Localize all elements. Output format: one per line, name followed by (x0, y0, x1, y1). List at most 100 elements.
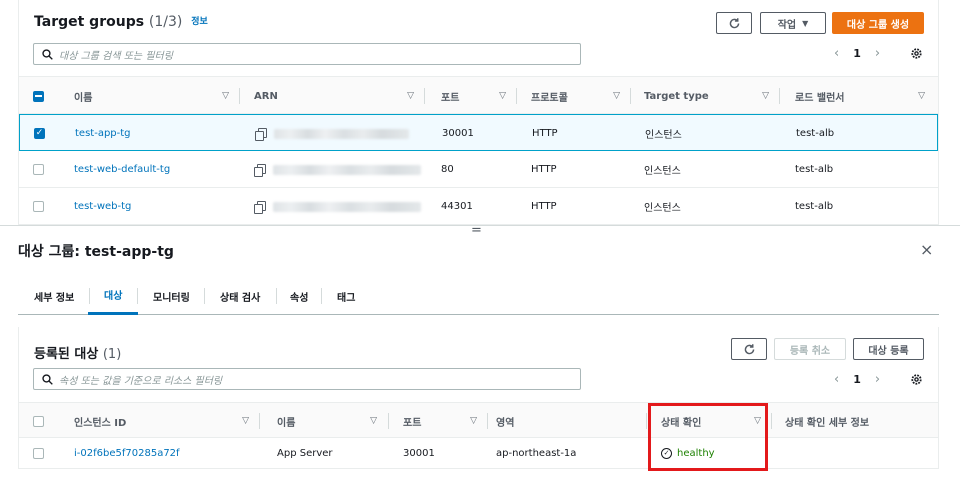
search-icon (42, 48, 53, 60)
column-divider[interactable] (259, 413, 260, 429)
column-divider[interactable] (239, 88, 240, 104)
column-target-type[interactable]: Target type ▽ (644, 77, 779, 115)
instance-id-link[interactable]: i-02f6be5f70285a72f (74, 448, 180, 459)
protocol-cell: HTTP (531, 164, 557, 175)
split-panel-title: 대상 그룹: test-app-tg (18, 244, 174, 260)
target-group-name-link[interactable]: test-web-default-tg (74, 164, 170, 175)
column-port[interactable]: 포트 ▽ (441, 77, 516, 115)
row-checkbox[interactable] (33, 201, 44, 212)
table-row[interactable]: test-web-tg 44301 HTTP 인스턴스 test-alb (19, 188, 938, 225)
port-cell: 80 (441, 164, 454, 175)
prev-page-icon[interactable]: ‹ (834, 372, 839, 387)
protocol-cell: HTTP (531, 201, 557, 212)
row-checkbox[interactable]: ✓ (34, 128, 45, 139)
prev-page-icon[interactable]: ‹ (834, 46, 839, 61)
next-page-icon[interactable]: › (875, 372, 880, 387)
column-port-label: 포트 (403, 417, 422, 429)
load-balancer-cell: test-alb (795, 201, 834, 212)
load-balancer-cell: test-alb (795, 164, 834, 175)
create-target-group-button[interactable]: 대상 그룹 생성 (832, 12, 924, 34)
targets-search[interactable]: 속성 또는 값을 기준으로 리소스 필터링 (33, 368, 581, 390)
column-divider[interactable] (646, 413, 647, 429)
settings-gear-icon[interactable] (910, 373, 923, 386)
select-all-checkbox[interactable] (33, 90, 44, 102)
protocol-cell: HTTP (532, 128, 558, 139)
column-divider[interactable] (424, 88, 425, 104)
table-row[interactable]: test-web-default-tg 80 HTTP 인스턴스 test-al… (19, 151, 938, 188)
arn-cell (255, 115, 409, 152)
column-load-balancer-label: 로드 밸런서 (795, 92, 845, 104)
copy-icon[interactable] (254, 201, 266, 214)
target-groups-header: Target groups (1/3) 정보 작업 ▼ 대상 그룹 생성 대상 … (19, 0, 938, 76)
column-arn[interactable]: ARN ▽ (254, 77, 424, 115)
info-link[interactable]: 정보 (191, 17, 208, 27)
search-placeholder: 대상 그룹 검색 또는 필터링 (59, 50, 173, 62)
target-group-name-link[interactable]: test-app-tg (75, 128, 131, 139)
column-divider[interactable] (388, 413, 389, 429)
tab-targets[interactable]: 대상 (88, 277, 139, 315)
sort-icon: ▽ (470, 416, 477, 426)
tab-monitoring[interactable]: 모니터링 (137, 277, 206, 315)
target-group-search[interactable]: 대상 그룹 검색 또는 필터링 (33, 43, 581, 65)
page-number[interactable]: 1 (853, 47, 861, 60)
tab-tags[interactable]: 태그 (321, 277, 371, 315)
refresh-button[interactable] (716, 12, 752, 34)
row-select-cell (33, 188, 44, 225)
registered-targets-title: 등록된 대상 (1) (34, 343, 121, 362)
target-group-name-link[interactable]: test-web-tg (74, 201, 131, 212)
actions-dropdown[interactable]: 작업 ▼ (760, 12, 826, 34)
deregister-button[interactable]: 등록 취소 (774, 338, 846, 360)
arn-cell (254, 188, 421, 225)
select-all-checkbox[interactable] (33, 415, 44, 427)
actions-label: 작업 (777, 19, 797, 31)
row-checkbox[interactable] (33, 448, 44, 459)
column-divider[interactable] (771, 413, 772, 429)
tab-health-checks[interactable]: 상태 검사 (204, 277, 276, 315)
target-type-cell: 인스턴스 (644, 203, 681, 214)
column-name-label: 이름 (74, 92, 93, 104)
column-name-label: 이름 (277, 417, 296, 429)
tab-attributes[interactable]: 속성 (274, 277, 324, 315)
table-row[interactable]: ✓ test-app-tg 30001 HTTP 인스턴스 test-alb (19, 114, 938, 151)
column-instance-id[interactable]: 인스턴스 ID ▽ (74, 403, 259, 439)
table-row[interactable]: i-02f6be5f70285a72f App Server 30001 ap-… (19, 438, 938, 469)
next-page-icon[interactable]: › (875, 46, 880, 61)
row-checkbox[interactable] (33, 164, 44, 175)
sort-icon: ▽ (222, 91, 229, 101)
register-targets-button[interactable]: 대상 등록 (853, 338, 924, 360)
selection-count: (1/3) (148, 14, 183, 30)
column-load-balancer[interactable]: 로드 밸런서 ▽ (795, 77, 935, 115)
column-divider[interactable] (487, 413, 488, 429)
page-number[interactable]: 1 (853, 373, 861, 386)
zone-cell: ap-northeast-1a (496, 448, 577, 459)
target-groups-table-header: 이름 ▽ ARN ▽ 포트 ▽ 프로토콜 ▽ Target type ▽ 로드 밸런서 ▽ (19, 76, 938, 114)
port-cell: 44301 (441, 201, 473, 212)
column-port[interactable]: 포트 ▽ (403, 403, 487, 439)
column-protocol[interactable]: 프로토콜 ▽ (531, 77, 630, 115)
instance-name-cell: App Server (277, 448, 333, 459)
column-divider[interactable] (516, 88, 517, 104)
row-select-cell: ✓ (34, 115, 45, 152)
select-all-cell (33, 77, 53, 115)
target-type-cell: 인스턴스 (644, 166, 681, 177)
pagination: ‹ 1 › (834, 372, 880, 387)
column-zone[interactable]: 영역 (496, 403, 646, 439)
column-divider[interactable] (630, 88, 631, 104)
search-icon (42, 373, 53, 385)
copy-icon[interactable] (255, 128, 267, 141)
resize-handle-icon[interactable]: = (471, 224, 482, 237)
sort-icon: ▽ (613, 91, 620, 101)
registered-targets-panel: 등록된 대상 (1) 등록 취소 대상 등록 속성 또는 값을 기준으로 리소스… (18, 327, 939, 469)
column-divider[interactable] (779, 88, 780, 104)
column-protocol-label: 프로토콜 (531, 92, 568, 104)
tab-details[interactable]: 세부 정보 (18, 277, 90, 315)
column-name[interactable]: 이름 ▽ (74, 77, 239, 115)
settings-gear-icon[interactable] (910, 47, 923, 60)
refresh-targets-button[interactable] (731, 338, 767, 360)
row-select-cell (33, 438, 44, 469)
column-zone-label: 영역 (496, 417, 515, 429)
copy-icon[interactable] (254, 164, 266, 177)
close-icon[interactable]: × (920, 240, 933, 259)
column-health-details[interactable]: 상태 확인 세부 정보 (785, 403, 935, 439)
column-name[interactable]: 이름 ▽ (277, 403, 387, 439)
